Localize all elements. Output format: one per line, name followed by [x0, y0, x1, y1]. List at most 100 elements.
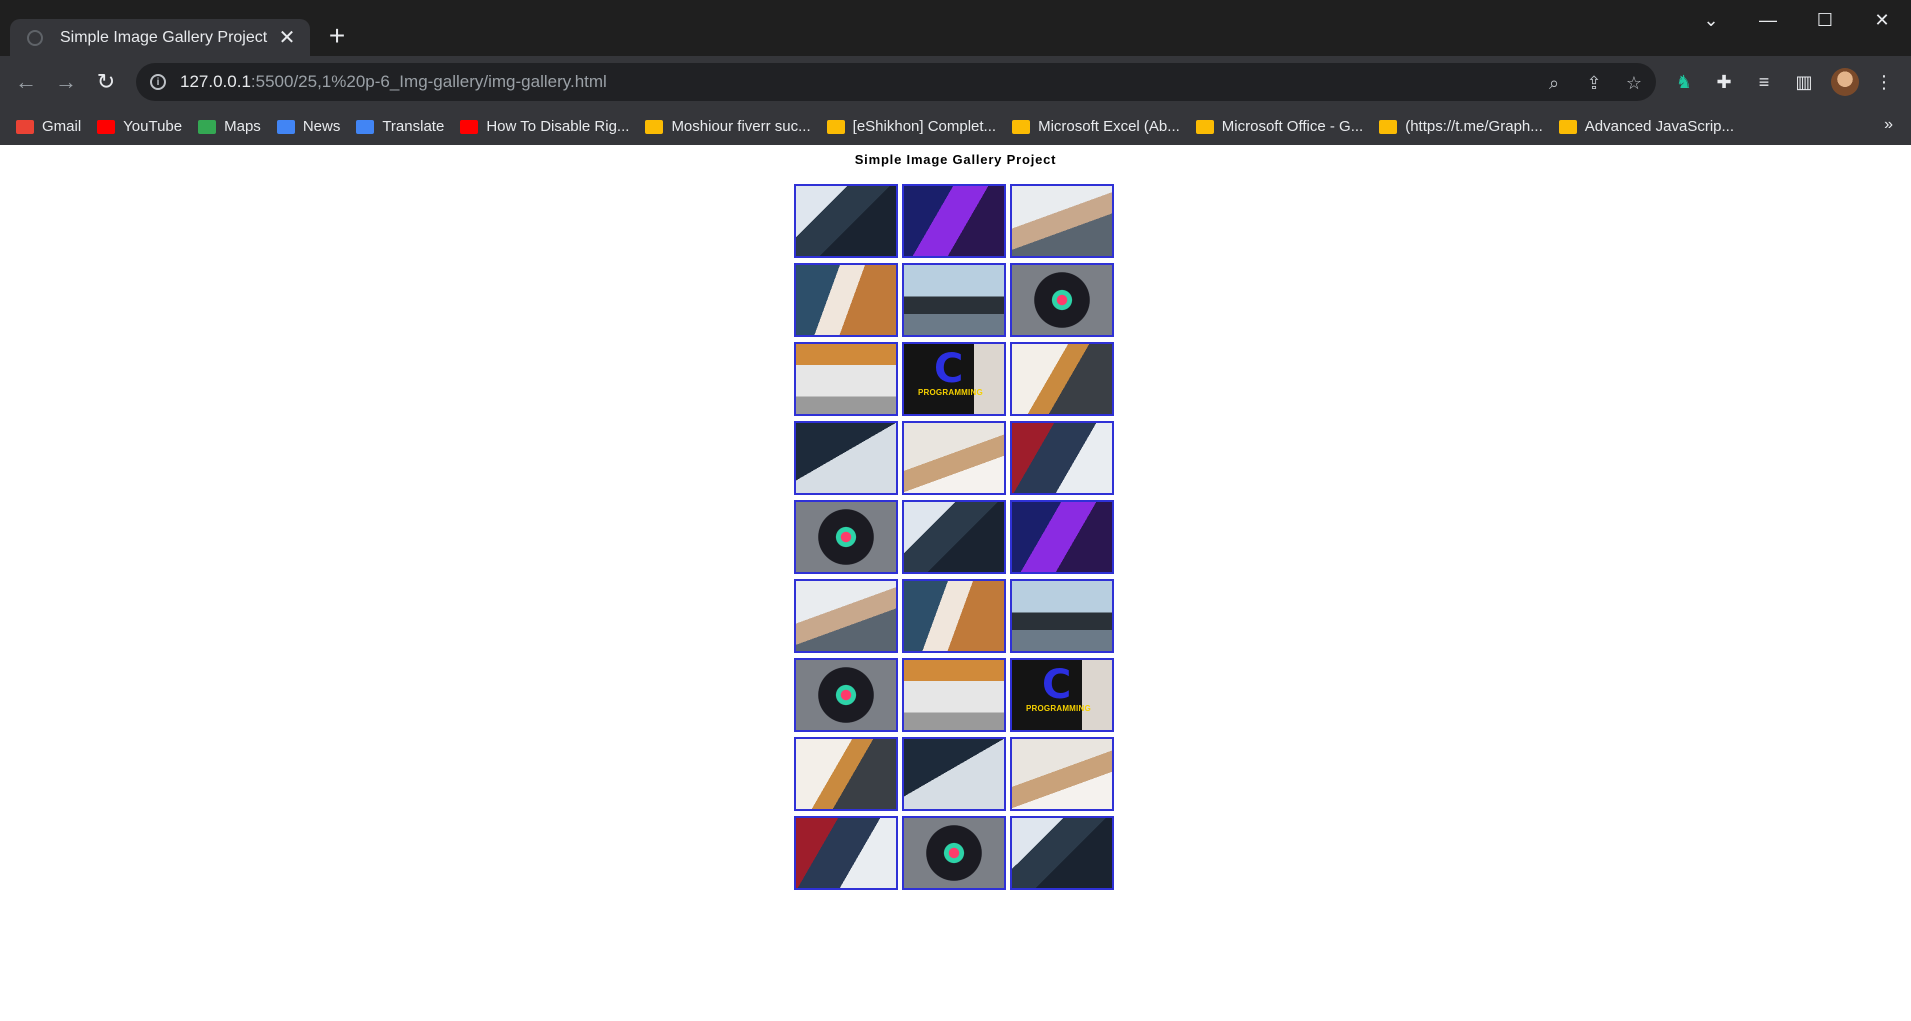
- laptop-rgb-keyboard-image: [796, 660, 896, 730]
- gallery-image[interactable]: [794, 579, 898, 653]
- hand-pointing-laptop-image: [1012, 186, 1112, 256]
- gallery-image[interactable]: [794, 500, 898, 574]
- media-control-icon[interactable]: ≡: [1750, 68, 1778, 96]
- back-button[interactable]: ←: [10, 66, 42, 98]
- gallery-image[interactable]: [1010, 184, 1114, 258]
- tab-close-icon[interactable]: ✕: [274, 28, 300, 48]
- side-panel-icon[interactable]: ▥: [1790, 68, 1818, 96]
- extension-pin-icon[interactable]: ♞: [1670, 68, 1698, 96]
- bookmark-item[interactable]: Microsoft Office - G...: [1195, 118, 1363, 135]
- bookmark-item[interactable]: Gmail: [16, 118, 81, 135]
- browser-toolbar: ← → ↻ i 127.0.0.1:5500/25,1%20p-6_Img-ga…: [0, 56, 1911, 108]
- youtube-icon: [460, 119, 479, 134]
- gmail-icon: [16, 119, 34, 134]
- minimize-button[interactable]: —: [1740, 0, 1796, 40]
- gallery-image[interactable]: [1010, 263, 1114, 337]
- gallery-image[interactable]: [902, 579, 1006, 653]
- gallery-image[interactable]: C PROGRAMMING: [1010, 658, 1114, 732]
- reload-button[interactable]: ↻: [90, 66, 122, 98]
- gallery-image[interactable]: [1010, 421, 1114, 495]
- new-tab-button[interactable]: +: [322, 22, 352, 52]
- url-path: :5500/25,1%20p-6_Img-gallery/img-gallery…: [250, 72, 607, 91]
- gallery-image[interactable]: [902, 658, 1006, 732]
- bookmark-label: Advanced JavaScrip...: [1584, 118, 1735, 135]
- gallery-image[interactable]: [1010, 342, 1114, 416]
- c-letter-text: C: [934, 346, 964, 392]
- drive-icon: [1012, 119, 1031, 134]
- gallery-image[interactable]: [902, 421, 1006, 495]
- laptop-code-screen-image: [796, 423, 896, 493]
- gallery-image[interactable]: [794, 342, 898, 416]
- laptop-rgb-keyboard-image: [796, 502, 896, 572]
- site-info-icon[interactable]: i: [150, 74, 166, 90]
- hands-typing-laptop-image: [904, 660, 1004, 730]
- bookmark-label: Maps: [224, 118, 261, 135]
- tab-title: Simple Image Gallery Project: [60, 29, 268, 46]
- gallery-image[interactable]: [1010, 500, 1114, 574]
- bookmark-label: Moshiour fiverr suc...: [671, 118, 811, 135]
- share-icon[interactable]: ⇪: [1583, 72, 1605, 94]
- bookmark-item[interactable]: How To Disable Rig...: [460, 118, 629, 135]
- maximize-button[interactable]: ☐: [1797, 0, 1853, 40]
- gallery-image[interactable]: [794, 658, 898, 732]
- woman-coding-desk-image: [1012, 344, 1112, 414]
- bookmark-item[interactable]: Maps: [198, 118, 261, 135]
- woman-at-desk-monitor-image: [1012, 581, 1112, 651]
- url-text[interactable]: 127.0.0.1:5500/25,1%20p-6_Img-gallery/im…: [180, 72, 607, 92]
- bookmark-item[interactable]: [eShikhon] Complet...: [826, 118, 996, 135]
- gallery-image[interactable]: [794, 421, 898, 495]
- man-laptop-office-image: [796, 818, 896, 888]
- bookmark-item[interactable]: (https://t.me/Graph...: [1379, 118, 1543, 135]
- gallery-image[interactable]: [1010, 737, 1114, 811]
- bookmarks-bar: Gmail YouTube Maps News Translate How To Disa…: [0, 108, 1911, 145]
- two-people-coding-image: [904, 581, 1004, 651]
- tab-strip: Simple Image Gallery Project ✕ + ⌄ — ☐ ✕: [0, 0, 1911, 57]
- bookmark-label: News: [302, 118, 341, 135]
- gallery-image[interactable]: [794, 184, 898, 258]
- drive-icon: [826, 119, 845, 134]
- c-letter-text: C: [1042, 662, 1072, 708]
- forward-button[interactable]: →: [50, 66, 82, 98]
- drive-icon: [1558, 119, 1577, 134]
- gallery-image[interactable]: [902, 184, 1006, 258]
- extensions-puzzle-icon[interactable]: ✚: [1710, 68, 1738, 96]
- purple-keyboard-code-image: [904, 186, 1004, 256]
- close-window-button[interactable]: ✕: [1854, 0, 1910, 40]
- tab-active[interactable]: Simple Image Gallery Project ✕: [10, 19, 310, 57]
- gallery-image[interactable]: [902, 263, 1006, 337]
- man-laptop-office-image: [1012, 423, 1112, 493]
- gallery-image[interactable]: [902, 816, 1006, 890]
- woman-at-desk-monitor-image: [904, 265, 1004, 335]
- gallery-image[interactable]: C PROGRAMMING: [902, 342, 1006, 416]
- gallery-image[interactable]: [794, 737, 898, 811]
- page-title: Simple Image Gallery Project: [854, 152, 1057, 167]
- drive-icon: [645, 119, 664, 134]
- gallery-image[interactable]: [1010, 579, 1114, 653]
- woman-headset-office-image: [904, 423, 1004, 493]
- bookmark-item[interactable]: Advanced JavaScrip...: [1558, 118, 1735, 135]
- address-bar[interactable]: i 127.0.0.1:5500/25,1%20p-6_Img-gallery/…: [136, 63, 1656, 101]
- youtube-icon: [97, 119, 116, 134]
- maps-icon: [198, 119, 217, 134]
- bookmark-item[interactable]: News: [276, 118, 341, 135]
- bookmarks-overflow-button[interactable]: »: [1884, 116, 1893, 134]
- bookmark-label: Gmail: [42, 118, 82, 135]
- zoom-icon[interactable]: ⌕: [1543, 72, 1565, 94]
- gallery-image[interactable]: [794, 816, 898, 890]
- bookmark-item[interactable]: Translate: [356, 118, 444, 135]
- bookmark-label: Microsoft Excel (Ab...: [1038, 118, 1180, 135]
- purple-keyboard-code-image: [1012, 502, 1112, 572]
- bookmark-star-icon[interactable]: ☆: [1623, 72, 1645, 94]
- bookmark-item[interactable]: YouTube: [97, 118, 182, 135]
- gallery-image[interactable]: [902, 500, 1006, 574]
- tab-search-icon[interactable]: ⌄: [1683, 0, 1739, 40]
- gallery-image[interactable]: [794, 263, 898, 337]
- gallery-image[interactable]: [1010, 816, 1114, 890]
- gallery-image[interactable]: [902, 737, 1006, 811]
- profile-avatar[interactable]: [1831, 68, 1859, 96]
- man-coding-monitor-image: [904, 502, 1004, 572]
- bookmark-item[interactable]: Moshiour fiverr suc...: [645, 118, 811, 135]
- bookmark-item[interactable]: Microsoft Excel (Ab...: [1012, 118, 1180, 135]
- menu-kebab-icon[interactable]: ⋮: [1870, 68, 1898, 96]
- news-icon: [276, 119, 295, 134]
